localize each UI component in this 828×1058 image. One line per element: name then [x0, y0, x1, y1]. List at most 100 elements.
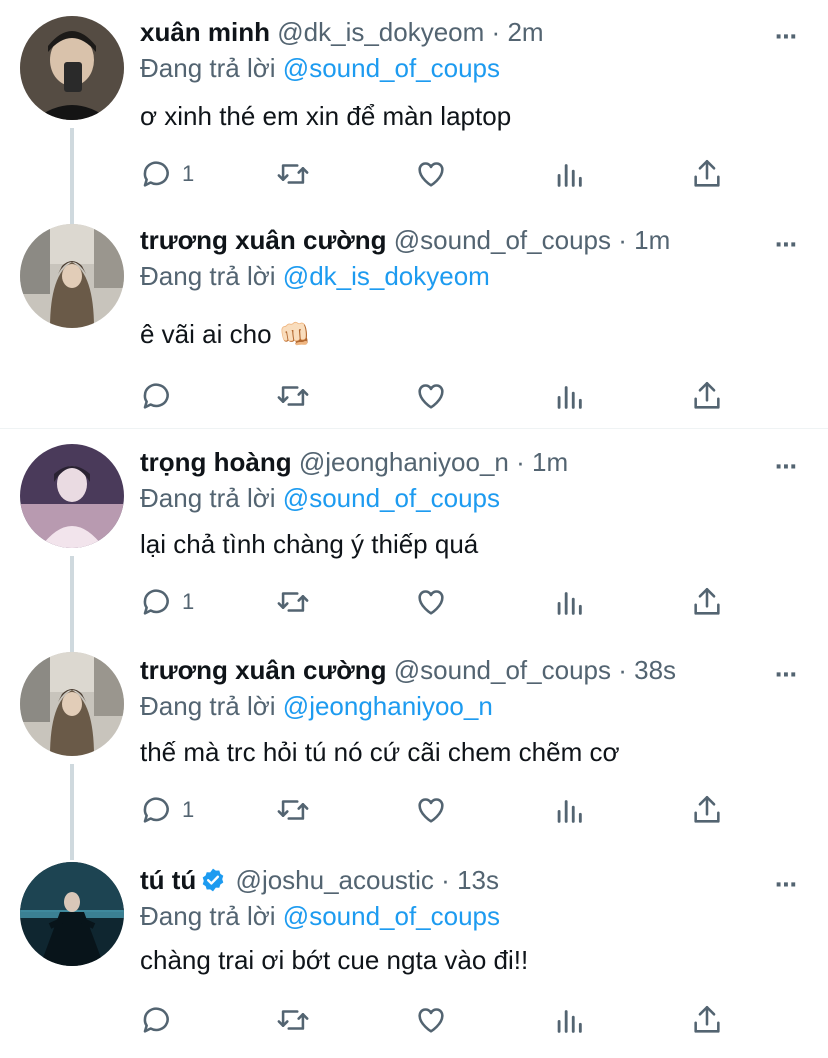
display-name[interactable]: trương xuân cường [140, 225, 387, 255]
like-button[interactable] [414, 584, 448, 620]
reply-context: Đang trả lời @sound_of_coups [140, 898, 500, 934]
handle[interactable]: @jeonghaniyoo_n [299, 447, 509, 477]
reply-button[interactable]: 1 [140, 584, 194, 620]
avatar[interactable] [20, 862, 124, 966]
reply-prefix: Đang trả lời [140, 261, 276, 291]
mention-link[interactable]: @sound_of_coups [283, 53, 500, 83]
handle[interactable]: @joshu_acoustic [236, 865, 434, 895]
like-button[interactable] [414, 378, 448, 414]
analytics-icon [557, 164, 582, 187]
tweet-text: lại chả tình chàng ý thiếp quá [140, 529, 479, 559]
timestamp[interactable]: 1m [532, 447, 568, 477]
avatar[interactable] [20, 444, 124, 548]
analytics-button[interactable] [552, 792, 586, 828]
reply-icon [143, 589, 169, 615]
reply-count: 1 [182, 797, 195, 822]
share-button[interactable] [690, 792, 724, 828]
action-bar [140, 1002, 740, 1038]
reply-icon [143, 797, 169, 823]
handle[interactable]: @sound_of_coups [394, 225, 611, 255]
reply-button[interactable]: 1 [140, 792, 194, 828]
action-bar: 1 [140, 792, 740, 828]
more-icon[interactable]: ⋯ [775, 662, 798, 688]
reply-count: 1 [182, 161, 195, 186]
reply-context: Đang trả lời @sound_of_coups [140, 50, 500, 86]
retweet-icon [277, 1010, 309, 1030]
tweet[interactable]: tú tú @joshu_acoustic · 13s ⋯ Đang trả l… [0, 848, 828, 1058]
share-button[interactable] [690, 1002, 724, 1038]
analytics-icon [557, 800, 582, 823]
share-icon [694, 1005, 720, 1033]
handle[interactable]: @dk_is_dokyeom [277, 17, 484, 47]
share-button[interactable] [690, 156, 724, 192]
retweet-icon [277, 386, 309, 406]
analytics-button[interactable] [552, 156, 586, 192]
display-name[interactable]: trương xuân cường [140, 655, 387, 685]
like-button[interactable] [414, 792, 448, 828]
tweet-header: tú tú @joshu_acoustic · 13s [140, 865, 499, 895]
like-button[interactable] [414, 1002, 448, 1038]
tweet[interactable]: trương xuân cường @sound_of_coups · 1m ⋯… [0, 208, 828, 418]
tweet[interactable]: xuân minh @dk_is_dokyeom · 2m ⋯ Đang trả… [0, 0, 828, 210]
more-icon[interactable]: ⋯ [775, 232, 798, 258]
analytics-button[interactable] [552, 1002, 586, 1038]
more-icon[interactable]: ⋯ [775, 454, 798, 480]
like-icon [418, 384, 444, 409]
retweet-button[interactable] [276, 584, 310, 620]
timestamp[interactable]: 38s [634, 655, 676, 685]
mention-link[interactable]: @sound_of_coups [283, 901, 500, 931]
retweet-button[interactable] [276, 378, 310, 414]
mention-link[interactable]: @sound_of_coups [283, 483, 500, 513]
reply-prefix: Đang trả lời [140, 901, 276, 931]
retweet-button[interactable] [276, 792, 310, 828]
display-name[interactable]: tú tú [140, 865, 196, 895]
action-bar: 1 [140, 584, 740, 620]
like-button[interactable] [414, 156, 448, 192]
avatar[interactable] [20, 224, 124, 328]
retweet-icon [277, 592, 309, 612]
like-icon [418, 1008, 444, 1033]
more-icon[interactable]: ⋯ [775, 872, 798, 898]
tweet-header: trương xuân cường @sound_of_coups · 1m [140, 225, 671, 255]
handle[interactable]: @sound_of_coups [394, 655, 611, 685]
analytics-button[interactable] [552, 378, 586, 414]
action-bar [140, 378, 740, 414]
reply-icon [143, 383, 169, 409]
tweet[interactable]: trọng hoàng @jeonghaniyoo_n · 1m ⋯ Đang … [0, 430, 828, 640]
analytics-icon [557, 386, 582, 409]
display-name[interactable]: trọng hoàng [140, 447, 292, 477]
mention-link[interactable]: @dk_is_dokyeom [283, 261, 490, 291]
timestamp[interactable]: 2m [507, 17, 543, 47]
reply-button[interactable] [140, 378, 182, 414]
like-icon [418, 798, 444, 823]
retweet-button[interactable] [276, 1002, 310, 1038]
reply-button[interactable]: 1 [140, 156, 194, 192]
reply-button[interactable] [140, 1002, 182, 1038]
share-button[interactable] [690, 584, 724, 620]
share-icon [694, 795, 720, 823]
tweet[interactable]: trương xuân cường @sound_of_coups · 38s … [0, 638, 828, 848]
action-bar: 1 [140, 156, 740, 192]
mention-link[interactable]: @jeonghaniyoo_n [283, 691, 493, 721]
analytics-button[interactable] [552, 584, 586, 620]
tweet-header: trọng hoàng @jeonghaniyoo_n · 1m [140, 447, 569, 477]
share-icon [694, 381, 720, 409]
share-button[interactable] [690, 378, 724, 414]
reply-context: Đang trả lời @dk_is_dokyeom [140, 258, 490, 294]
reply-icon [143, 161, 169, 187]
analytics-icon [557, 1010, 582, 1033]
timestamp[interactable]: 13s [457, 865, 499, 895]
retweet-button[interactable] [276, 156, 310, 192]
reply-icon [143, 1007, 169, 1033]
share-icon [694, 587, 720, 615]
more-icon[interactable]: ⋯ [775, 24, 798, 50]
avatar[interactable] [20, 16, 124, 120]
share-icon [694, 159, 720, 187]
reply-prefix: Đang trả lời [140, 691, 276, 721]
avatar[interactable] [20, 652, 124, 756]
reply-context: Đang trả lời @jeonghaniyoo_n [140, 688, 493, 724]
display-name[interactable]: xuân minh [140, 17, 270, 47]
timestamp[interactable]: 1m [634, 225, 670, 255]
tweet-text: ơ xinh thé em xin để màn laptop [140, 101, 512, 131]
retweet-icon [277, 164, 309, 184]
